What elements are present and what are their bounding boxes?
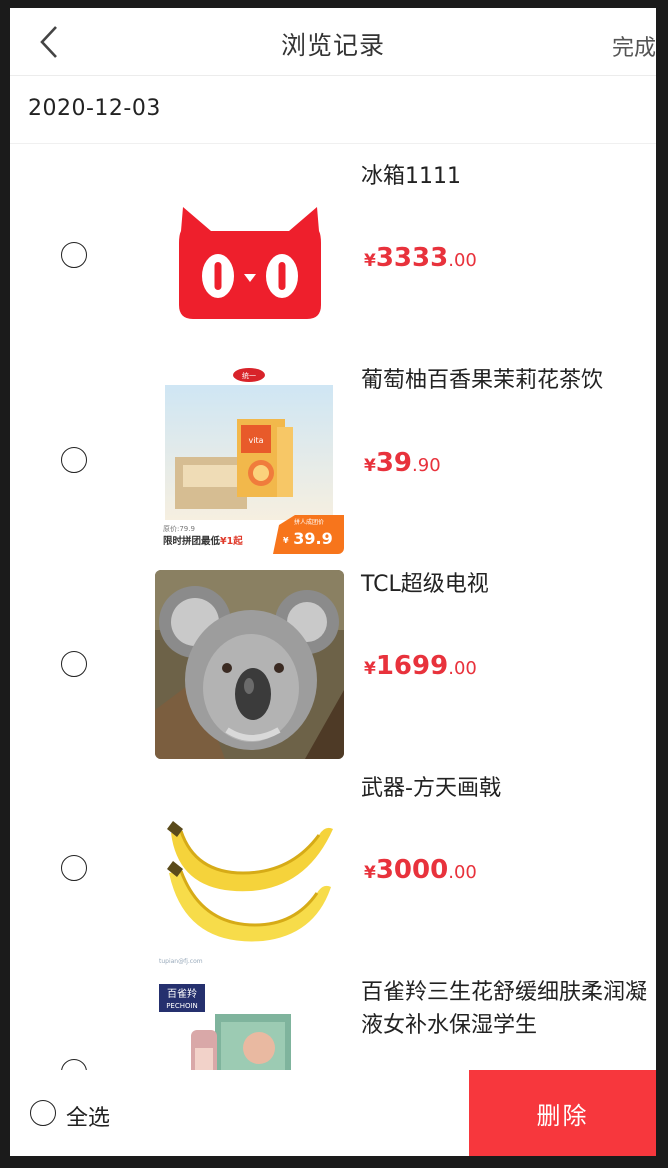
- promo-text: 限时拼团最低: [163, 535, 221, 547]
- promo-price-text: ¥1起: [220, 535, 243, 547]
- list-item[interactable]: 冰箱1111 ¥3333.00: [10, 145, 656, 354]
- price-decimal: .90: [412, 455, 441, 476]
- price-integer: 3333: [375, 243, 449, 273]
- bottom-action-bar: 全选 删除: [10, 1070, 656, 1156]
- price-currency: ¥: [364, 456, 376, 476]
- price-currency: ¥: [364, 251, 376, 271]
- item-checkbox[interactable]: [61, 1059, 87, 1070]
- date-label: 2020-12-03: [28, 96, 161, 121]
- product-name[interactable]: 武器-方天画戟: [361, 772, 501, 805]
- price-decimal: .00: [448, 862, 477, 883]
- tag-top-text: 拼人成团价: [294, 518, 324, 526]
- product-image[interactable]: [155, 165, 344, 354]
- item-checkbox[interactable]: [61, 242, 87, 268]
- item-checkbox[interactable]: [61, 855, 87, 881]
- list-item[interactable]: tupian@fj.com 武器-方天画戟 ¥3000.00: [10, 757, 656, 966]
- koala-image: [155, 570, 344, 759]
- item-checkbox[interactable]: [61, 447, 87, 473]
- brand-badge-text: 统一: [242, 371, 256, 380]
- item-checkbox[interactable]: [61, 651, 87, 677]
- tag-currency-text: ¥: [283, 536, 289, 545]
- product-price: ¥3000.00: [364, 855, 477, 885]
- price-integer: 3000: [375, 855, 449, 885]
- product-image[interactable]: 百雀羚 PECHOIN: [155, 978, 344, 1070]
- brand-cn-text: 百雀羚: [167, 987, 197, 1000]
- product-price: ¥39.90: [364, 448, 441, 478]
- product-image[interactable]: tupian@fj.com: [155, 777, 344, 966]
- price-integer: 1699: [375, 651, 449, 681]
- date-section-header: 2020-12-03: [10, 76, 656, 144]
- brand-en-text: PECHOIN: [166, 1002, 198, 1010]
- box-label-text: vita: [249, 436, 264, 445]
- price-decimal: .00: [448, 658, 477, 679]
- nav-bar: 浏览记录 完成: [10, 8, 656, 76]
- list-item[interactable]: 百雀羚 PECHOIN 百雀羚三生花舒缓细肤柔润凝液女补水保湿学生: [10, 961, 656, 1070]
- page-title: 浏览记录: [280, 31, 385, 60]
- svg-text:限时拼团最低¥1起: 限时拼团最低¥1起: [163, 535, 243, 547]
- done-button[interactable]: 完成: [612, 30, 656, 62]
- product-name[interactable]: 冰箱1111: [361, 160, 461, 193]
- price-decimal: .00: [448, 250, 477, 271]
- product-name[interactable]: 百雀羚三生花舒缓细肤柔润凝液女补水保湿学生: [361, 976, 656, 1042]
- select-all-label[interactable]: 全选: [66, 1100, 110, 1132]
- tag-price-text: 39.9: [293, 529, 332, 548]
- pechoin-image: 百雀羚 PECHOIN: [155, 978, 344, 1070]
- product-price: ¥3333.00: [364, 243, 477, 273]
- list-item[interactable]: 统一 vita 原价:79.9 限时拼团最低¥1起 拼人成团价 ¥ 39.9 葡…: [10, 349, 656, 554]
- product-price: ¥1699.00: [364, 651, 477, 681]
- tea-drink-image: 统一 vita 原价:79.9 限时拼团最低¥1起 拼人成团价 ¥ 39.9: [155, 365, 344, 554]
- history-list[interactable]: 冰箱1111 ¥3333.00 统一 vita 原价:79.9 限时拼团最低¥1…: [10, 145, 656, 1070]
- original-price-text: 原价:79.9: [163, 525, 195, 533]
- select-all-checkbox[interactable]: [30, 1100, 56, 1126]
- delete-button[interactable]: 删除: [469, 1070, 656, 1156]
- price-currency: ¥: [364, 659, 376, 679]
- price-integer: 39: [375, 448, 413, 478]
- product-image[interactable]: [155, 570, 344, 759]
- tmall-cat-icon: [155, 165, 344, 354]
- product-name[interactable]: 葡萄柚百香果茉莉花茶饮: [361, 364, 603, 397]
- product-name[interactable]: TCL超级电视: [361, 568, 489, 601]
- list-item[interactable]: TCL超级电视 ¥1699.00: [10, 553, 656, 759]
- product-image[interactable]: 统一 vita 原价:79.9 限时拼团最低¥1起 拼人成团价 ¥ 39.9: [155, 365, 344, 554]
- app-frame: 浏览记录 完成 2020-12-03 冰箱1111 ¥3333.00 统一 vi…: [10, 8, 656, 1156]
- banana-image: tupian@fj.com: [155, 777, 344, 966]
- price-currency: ¥: [364, 863, 376, 883]
